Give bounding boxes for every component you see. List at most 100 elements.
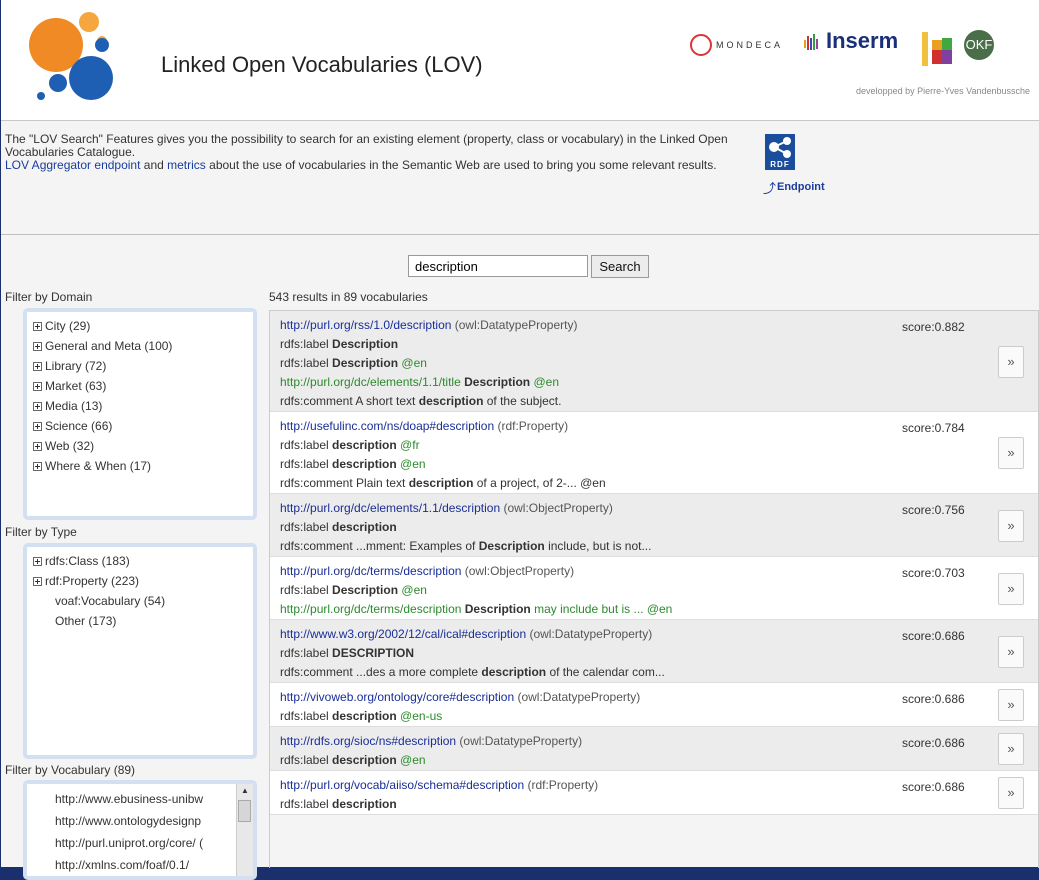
result-uri-link[interactable]: http://purl.org/dc/terms/description	[280, 564, 461, 578]
expand-icon[interactable]	[33, 382, 42, 391]
detail-match: description	[332, 438, 397, 452]
type-filter-item[interactable]: rdfs:Class (183)	[27, 551, 253, 571]
detail-match: description	[332, 709, 397, 723]
result-uri-link[interactable]: http://rdfs.org/sioc/ns#description	[280, 734, 456, 748]
result-uri-link[interactable]: http://usefulinc.com/ns/doap#description	[280, 419, 494, 433]
result-detail-line: rdfs:label DESCRIPTION	[280, 644, 1038, 663]
domain-filter-item[interactable]: Where & When (17)	[27, 456, 253, 476]
domain-filter-item-label: General and Meta (100)	[45, 339, 173, 353]
detail-prefix: rdfs:comment ...des a more complete	[280, 665, 482, 679]
vocabulary-filter-item[interactable]: http://www.ontologydesignp	[55, 810, 265, 832]
inserm-logo[interactable]: Inserm	[826, 28, 898, 54]
detail-match: description	[332, 797, 397, 811]
metrics-link[interactable]: metrics	[167, 158, 206, 172]
detail-match: description	[481, 665, 547, 679]
expand-result-button[interactable]: »	[998, 733, 1024, 765]
detail-suffix: of the calendar com...	[546, 665, 665, 679]
domain-filter-item[interactable]: General and Meta (100)	[27, 336, 253, 356]
domain-filter-item[interactable]: Media (13)	[27, 396, 253, 416]
expand-result-button[interactable]: »	[998, 437, 1024, 469]
detail-prefix: rdfs:comment Plain text	[280, 476, 409, 490]
result-item: http://purl.org/vocab/aiiso/schema#descr…	[270, 771, 1038, 815]
expand-icon[interactable]	[33, 322, 42, 331]
result-detail-line: rdfs:comment ...des a more complete desc…	[280, 663, 1038, 682]
page: Linked Open Vocabularies (LOV) MONDECA I…	[0, 0, 1039, 880]
aggregator-endpoint-link[interactable]: LOV Aggregator endpoint	[5, 158, 140, 172]
result-uri-link[interactable]: http://www.w3.org/2002/12/cal/ical#descr…	[280, 627, 526, 641]
vocabulary-filter-item[interactable]: http://purl.uniprot.org/core/ (	[55, 832, 265, 854]
expand-result-button[interactable]: »	[998, 777, 1024, 809]
expand-icon[interactable]	[33, 442, 42, 451]
detail-match: description	[418, 394, 484, 408]
result-type: (owl:DatatypeProperty)	[451, 318, 578, 332]
expand-icon[interactable]	[33, 362, 42, 371]
result-score: score:0.686	[902, 780, 965, 794]
vocabulary-list: http://www.ebusiness-unibw http://www.ont…	[55, 788, 265, 876]
expand-icon[interactable]	[33, 422, 42, 431]
expand-result-button[interactable]: »	[998, 573, 1024, 605]
expand-icon[interactable]	[33, 462, 42, 471]
endpoint-label: Endpoint	[777, 181, 825, 193]
result-uri-link[interactable]: http://purl.org/rss/1.0/description	[280, 318, 451, 332]
domain-filter-item[interactable]: Market (63)	[27, 376, 253, 396]
expand-icon[interactable]	[33, 557, 42, 566]
detail-suffix: may include but is ... @en	[530, 602, 673, 616]
scroll-thumb[interactable]	[238, 800, 251, 822]
expand-icon[interactable]	[33, 402, 42, 411]
expand-result-button[interactable]: »	[998, 346, 1024, 378]
detail-match: description	[408, 476, 474, 490]
search-button[interactable]: Search	[591, 255, 649, 278]
vocabulary-filter-item[interactable]: http://xmlns.com/foaf/0.1/	[55, 854, 265, 876]
detail-prefix: rdfs:label	[280, 753, 333, 767]
rdf-label: RDF	[770, 160, 790, 169]
detail-prefix: rdfs:label	[280, 520, 333, 534]
result-score: score:0.756	[902, 503, 965, 517]
result-detail-line: rdfs:label description	[280, 795, 1038, 814]
detail-prefix: rdfs:label	[280, 337, 333, 351]
result-item: http://vivoweb.org/ontology/core#descrip…	[270, 683, 1038, 727]
type-filter-item[interactable]: rdf:Property (223)	[27, 571, 253, 591]
filter-vocabulary-box: http://www.ebusiness-unibw http://www.ont…	[23, 780, 257, 880]
result-detail-line: rdfs:label Description	[280, 335, 1038, 354]
site-title: Linked Open Vocabularies (LOV)	[161, 52, 483, 77]
okf-logo[interactable]: OKF	[964, 30, 994, 60]
detail-suffix: @en	[530, 375, 559, 389]
expand-icon[interactable]	[33, 342, 42, 351]
detail-prefix: rdfs:label	[280, 356, 333, 370]
detail-match: description	[332, 753, 397, 767]
type-filter-item[interactable]: Other (173)	[27, 611, 253, 631]
result-uri-link[interactable]: http://vivoweb.org/ontology/core#descrip…	[280, 690, 514, 704]
vocabulary-scrollbar[interactable]: ▲	[236, 784, 253, 876]
result-uri-link[interactable]: http://purl.org/dc/elements/1.1/descript…	[280, 501, 500, 515]
rdf-endpoint-badge[interactable]: RDF ⤴ Endpoint	[763, 134, 843, 198]
detail-prefix: rdfs:label	[280, 438, 333, 452]
datalift-logo-icon[interactable]	[918, 32, 954, 68]
detail-match: Description	[332, 337, 399, 351]
vocabulary-filter-item[interactable]: http://www.ebusiness-unibw	[55, 788, 265, 810]
result-item: http://purl.org/dc/terms/description (ow…	[270, 557, 1038, 620]
result-score: score:0.686	[902, 692, 965, 706]
expand-result-button[interactable]: »	[998, 689, 1024, 721]
detail-match: Description	[478, 539, 545, 553]
result-score: score:0.882	[902, 320, 965, 334]
mondeca-logo[interactable]: MONDECA	[716, 40, 783, 50]
domain-filter-item[interactable]: Science (66)	[27, 416, 253, 436]
result-uri-link[interactable]: http://purl.org/vocab/aiiso/schema#descr…	[280, 778, 524, 792]
expand-result-button[interactable]: »	[998, 510, 1024, 542]
expand-result-button[interactable]: »	[998, 636, 1024, 668]
domain-filter-item[interactable]: Library (72)	[27, 356, 253, 376]
scroll-up-icon[interactable]: ▲	[237, 784, 253, 798]
type-filter-item[interactable]: voaf:Vocabulary (54)	[27, 591, 253, 611]
filter-type-box: rdfs:Class (183) rdf:Property (223) voaf:V…	[23, 543, 257, 759]
domain-filter-item[interactable]: Web (32)	[27, 436, 253, 456]
lov-logo[interactable]	[19, 10, 139, 120]
detail-suffix: @en	[396, 457, 426, 471]
result-item: http://usefulinc.com/ns/doap#description…	[270, 412, 1038, 494]
domain-filter-item[interactable]: City (29)	[27, 316, 253, 336]
detail-suffix: include, but is not...	[544, 539, 652, 553]
detail-prefix: rdfs:label	[280, 583, 333, 597]
expand-icon[interactable]	[33, 577, 42, 586]
result-detail-line: rdfs:label description @en	[280, 751, 1038, 770]
search-input[interactable]	[408, 255, 588, 277]
detail-prefix: rdfs:label	[280, 646, 333, 660]
